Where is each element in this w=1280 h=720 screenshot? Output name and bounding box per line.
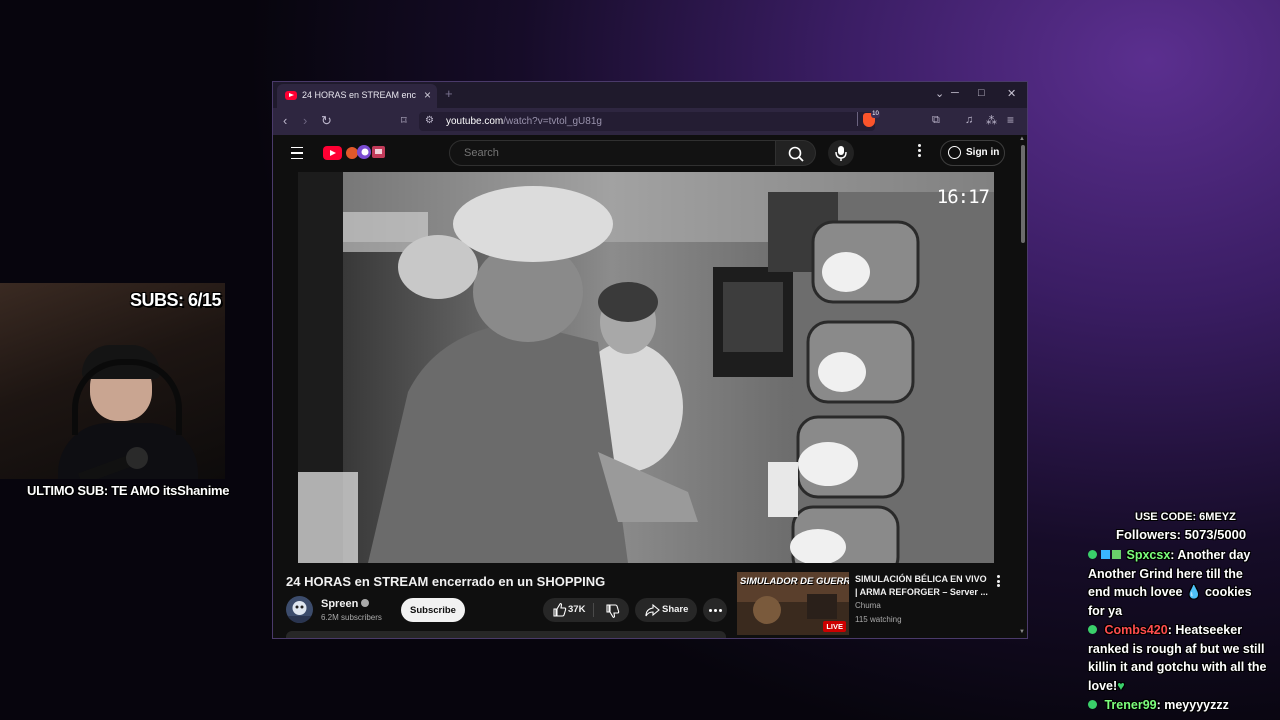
- back-icon[interactable]: ‹: [283, 113, 287, 128]
- doodle-icon[interactable]: [344, 144, 388, 161]
- live-badge: LIVE: [823, 621, 846, 632]
- bookmark-icon[interactable]: ⌑: [401, 114, 407, 127]
- sign-in-button[interactable]: Sign in: [940, 140, 1005, 166]
- hamburger-icon[interactable]: [291, 147, 303, 159]
- chat-username: Combs420: [1104, 623, 1168, 637]
- new-tab-button[interactable]: +: [445, 86, 453, 101]
- youtube-page: Sign in: [273, 135, 1017, 638]
- video-title: 24 HORAS en STREAM encerrado en un SHOPP…: [286, 574, 606, 589]
- menu-icon[interactable]: ≡: [1007, 113, 1014, 127]
- share-label: Share: [662, 604, 689, 615]
- recommended-thumbnail[interactable]: SIMULADOR DE GUERRA LIVE: [737, 572, 849, 635]
- chat-text: : meyyyyzzz: [1156, 698, 1229, 712]
- scroll-thumb[interactable]: [1021, 145, 1025, 243]
- more-actions-button[interactable]: [703, 598, 727, 622]
- screenshot-icon[interactable]: ⧉: [932, 114, 940, 127]
- search-box: [449, 140, 776, 166]
- subscriber-count: 6.2M subscribers: [321, 613, 382, 622]
- channel-name[interactable]: Spreen: [321, 598, 370, 610]
- share-button[interactable]: Share: [635, 598, 697, 622]
- verified-icon: [361, 599, 370, 607]
- address-bar[interactable]: ⚙ youtube.com/watch?v=tvtol_gU81g: [419, 112, 875, 131]
- sub-badge-icon: [1101, 550, 1110, 559]
- chat-overlay: Spxcsx: Another day Another Grind here t…: [1088, 546, 1268, 716]
- search-button[interactable]: [776, 140, 816, 166]
- extensions-icon[interactable]: ⁂: [986, 114, 997, 127]
- tab-bar: 24 HORAS en STREAM encerrado en un SHOPP…: [273, 82, 1027, 108]
- webcam-feed: [0, 283, 225, 479]
- scroll-down-icon[interactable]: ▼: [1019, 629, 1025, 635]
- scroll-up-icon[interactable]: ▲: [1019, 136, 1025, 142]
- youtube-favicon-icon: [285, 91, 297, 100]
- dislike-button[interactable]: [594, 598, 629, 622]
- like-button[interactable]: 37K: [543, 598, 593, 622]
- forward-icon[interactable]: ›: [303, 113, 307, 128]
- share-icon: [645, 603, 660, 617]
- recommended-watching: 115 watching: [855, 615, 902, 624]
- sign-in-label: Sign in: [966, 147, 1000, 158]
- chat-username: Spxcsx: [1126, 548, 1171, 562]
- youtube-logo-icon[interactable]: [323, 146, 342, 160]
- chat-message: Spxcsx: Another day Another Grind here t…: [1088, 546, 1268, 620]
- verified-badge-icon: [1088, 625, 1097, 634]
- like-count: 37K: [568, 604, 586, 615]
- tab-title: 24 HORAS en STREAM encerrado en un SHOPP…: [302, 90, 416, 100]
- recommended-channel[interactable]: Chuma: [855, 601, 881, 610]
- gift-badge-icon: [1112, 550, 1121, 559]
- heart-icon: ♥: [1117, 678, 1125, 693]
- recommended-title[interactable]: SIMULACIÓN BÉLICA EN VIVO | ARMA REFORGE…: [855, 573, 990, 599]
- chat-message: Trener99: meyyyyzzz: [1088, 696, 1268, 715]
- search-input[interactable]: [462, 146, 766, 160]
- chat-message: Combs420: Heatseeker ranked is rough af …: [1088, 621, 1268, 695]
- verified-badge-icon: [1088, 700, 1097, 709]
- shields-count-badge: 10: [871, 111, 880, 118]
- page-scrollbar[interactable]: ▲ ▼: [1017, 135, 1027, 638]
- subscribe-button[interactable]: Subscribe: [401, 598, 465, 622]
- video-frame: [298, 172, 994, 563]
- video-player[interactable]: 16:17: [298, 172, 994, 563]
- verified-badge-icon: [1088, 550, 1097, 559]
- video-clock-overlay: 16:17: [936, 186, 990, 208]
- last-sub-text: ULTIMO SUB: TE AMO itsShanime: [27, 483, 230, 498]
- chat-username: Trener99: [1104, 698, 1157, 712]
- search-icon: [788, 146, 804, 162]
- thumbs-down-icon: [606, 604, 620, 618]
- subs-counter: SUBS: 6/15: [130, 290, 222, 310]
- site-settings-icon[interactable]: ⚙: [425, 115, 434, 126]
- divider: [857, 112, 858, 126]
- microphone-icon: [835, 146, 847, 161]
- use-code-text: USE CODE: 6MEYZ: [1135, 511, 1236, 523]
- browser-toolbar: ‹ › ↻ ⌑ ⚙ youtube.com/watch?v=tvtol_gU81…: [273, 108, 1027, 135]
- description-box[interactable]: [286, 631, 726, 638]
- media-icon[interactable]: ♫: [965, 114, 973, 126]
- close-window-button[interactable]: ✕: [1007, 87, 1016, 100]
- minimize-button[interactable]: ─: [951, 87, 959, 99]
- account-icon: [948, 146, 961, 159]
- settings-kebab-icon[interactable]: [918, 144, 921, 158]
- thumbnail-title: SIMULADOR DE GUERRA: [740, 576, 849, 587]
- recommended-kebab-icon[interactable]: [997, 575, 1000, 587]
- tab-youtube[interactable]: 24 HORAS en STREAM encerrado en un SHOPP…: [277, 84, 437, 108]
- reload-icon[interactable]: ↻: [321, 113, 332, 129]
- tab-search-icon[interactable]: ⌄: [935, 87, 944, 100]
- followers-goal: Followers: 5073/5000: [1116, 527, 1247, 542]
- streamer: [58, 345, 198, 479]
- channel-avatar[interactable]: [286, 596, 313, 623]
- like-dislike-group: 37K: [543, 598, 629, 622]
- url-text[interactable]: youtube.com/watch?v=tvtol_gU81g: [446, 116, 602, 127]
- maximize-button[interactable]: □: [978, 87, 985, 99]
- voice-search-button[interactable]: [828, 140, 854, 166]
- yt-header: Sign in: [273, 135, 1017, 171]
- browser-window: 24 HORAS en STREAM encerrado en un SHOPP…: [272, 81, 1028, 639]
- tab-close-icon[interactable]: ×: [424, 88, 431, 102]
